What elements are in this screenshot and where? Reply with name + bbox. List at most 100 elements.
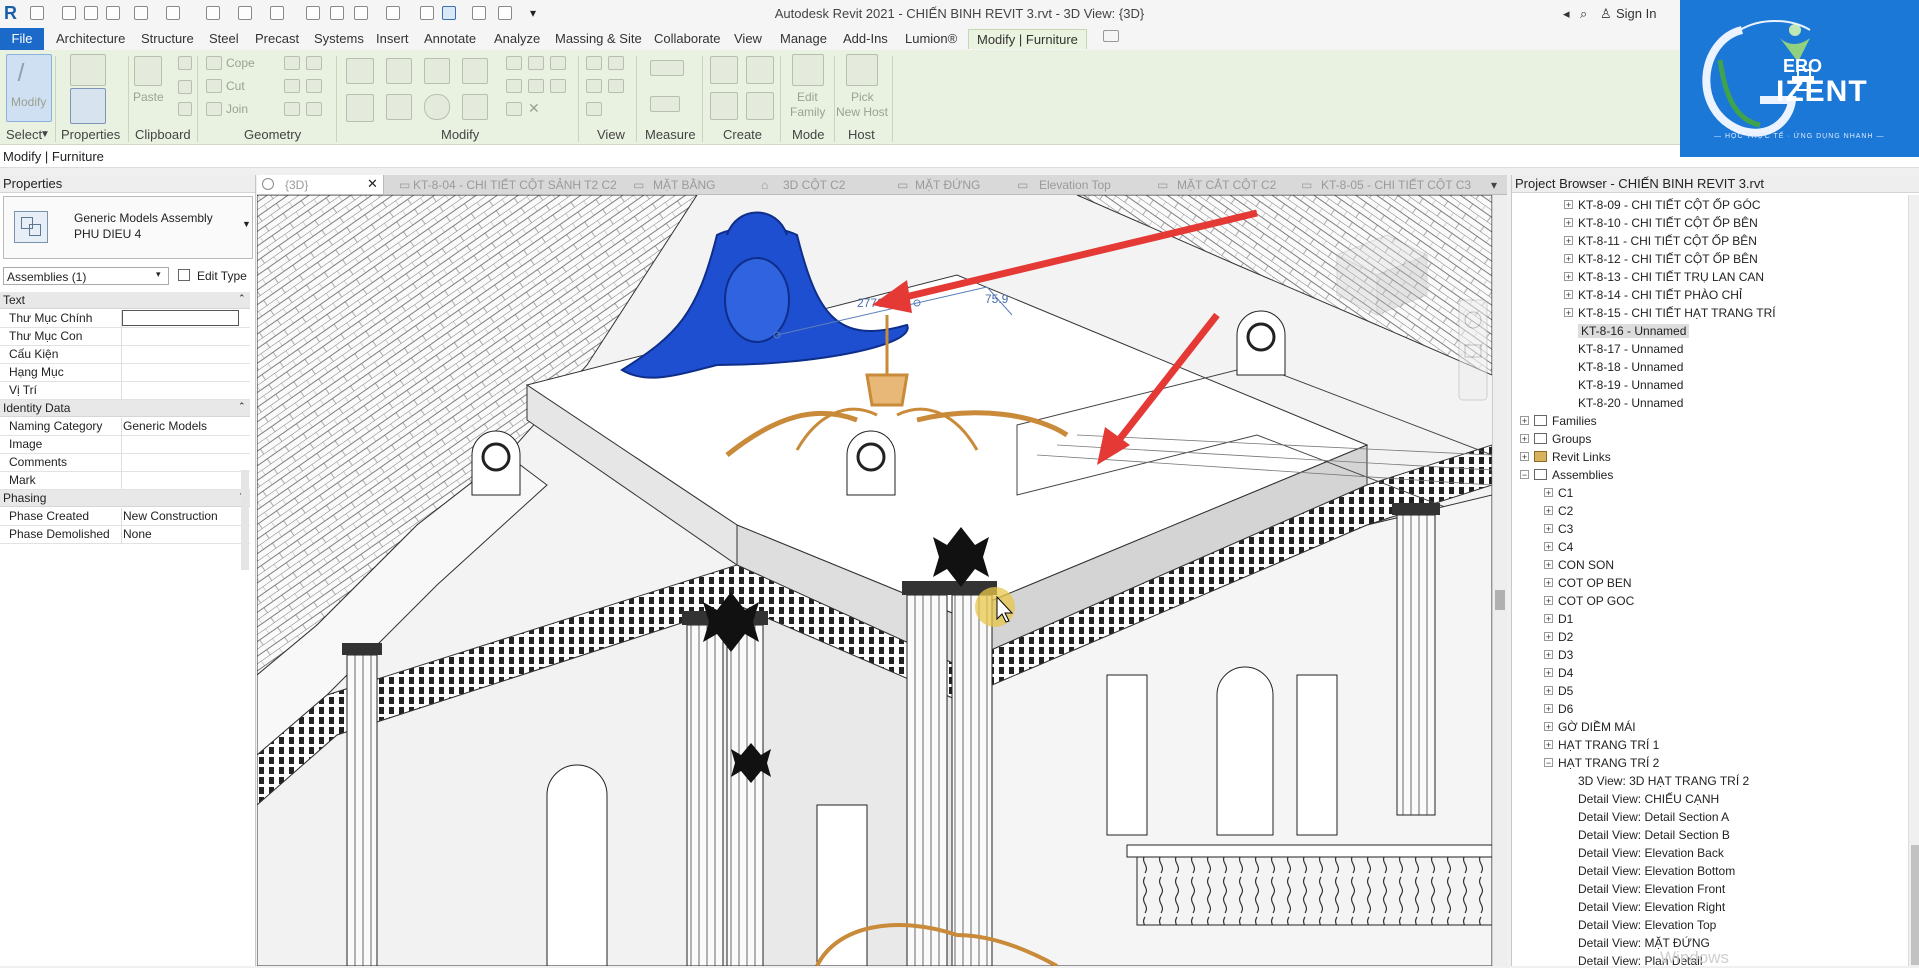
assembly-item[interactable]: CON SON (1558, 558, 1614, 572)
split-face-icon[interactable] (306, 56, 322, 70)
tab-manage[interactable]: Manage (780, 31, 827, 46)
tab-mat-cat-cot-c2[interactable]: MẶT CẮT CỘT C2 (1177, 178, 1276, 192)
sheet-item[interactable]: KT-8-12 - CHI TIẾT CỘT ỐP BÊN (1578, 252, 1758, 266)
expand-toggle-icon[interactable]: + (1544, 578, 1553, 588)
dimension-value-2[interactable]: 75.9 (985, 292, 1009, 306)
edit-type-button[interactable]: Edit Type (175, 267, 253, 285)
property-row[interactable]: Thư Mục Chính (0, 310, 250, 328)
assembly-item[interactable]: COT OP BEN (1558, 576, 1632, 590)
expand-toggle-icon[interactable]: + (1544, 560, 1553, 570)
browser-category-assemblies[interactable]: Assemblies (1552, 468, 1613, 482)
expand-toggle-icon[interactable]: + (1564, 290, 1573, 300)
property-row[interactable]: Phase Created New Construction (0, 508, 250, 526)
assembly-view-item[interactable]: Detail View: Elevation Back (1578, 846, 1724, 860)
panel-select-label[interactable]: Select (6, 127, 42, 142)
assembly-view-item[interactable]: Detail View: Elevation Right (1578, 900, 1725, 914)
property-value[interactable]: Generic Models (123, 418, 207, 435)
expand-toggle-icon[interactable]: − (1544, 758, 1553, 768)
assembly-item[interactable]: C2 (1558, 504, 1573, 518)
sheet-item[interactable]: KT-8-20 - Unnamed (1578, 396, 1683, 410)
tab-mat-bang[interactable]: MẶT BẰNG (653, 178, 715, 192)
cut-geometry-label[interactable]: Cut (226, 79, 245, 93)
properties-scrollbar[interactable] (241, 470, 249, 570)
sheet-item[interactable]: KT-8-11 - CHI TIẾT CỘT ỐP BÊN (1578, 234, 1757, 248)
assembly-view-item[interactable]: Detail View: Elevation Front (1578, 882, 1725, 896)
join-icon[interactable] (206, 102, 222, 116)
copy-icon[interactable] (178, 80, 192, 94)
tab-modify-furniture[interactable]: Modify | Furniture (968, 29, 1087, 49)
sheet-item[interactable]: KT-8-19 - Unnamed (1578, 378, 1683, 392)
assembly-item[interactable]: C3 (1558, 522, 1573, 536)
property-group-header[interactable]: Phasing (0, 490, 250, 507)
wall-joins-icon[interactable] (284, 56, 300, 70)
sheet-item[interactable]: KT-8-09 - CHI TIẾT CỘT ỐP GÓC (1578, 198, 1760, 212)
join-label[interactable]: Join (226, 102, 248, 116)
3d-viewport[interactable]: 2770.0 75.9 (257, 195, 1492, 966)
expand-toggle-icon[interactable]: + (1520, 434, 1529, 444)
navigation-bar[interactable] (1458, 299, 1488, 401)
sheet-item[interactable]: KT-8-16 - Unnamed (1578, 324, 1690, 338)
edit-family-icon[interactable] (792, 54, 824, 86)
expand-toggle-icon[interactable]: + (1564, 254, 1573, 264)
property-row[interactable]: Hạng Mục (0, 364, 250, 382)
delete-icon[interactable]: ✕ (528, 100, 540, 117)
sheet-item[interactable]: KT-8-18 - Unnamed (1578, 360, 1683, 374)
viewport-scroll-thumb[interactable] (1495, 590, 1505, 610)
tab-analyze[interactable]: Analyze (494, 31, 540, 46)
assembly-item[interactable]: D6 (1558, 702, 1573, 716)
tab-list-dropdown-icon[interactable]: ▾ (1491, 178, 1497, 192)
tab-architecture[interactable]: Architecture (56, 31, 125, 46)
copy-element-icon[interactable] (386, 94, 412, 120)
create-assembly-icon[interactable] (710, 56, 738, 84)
sheet-item[interactable]: KT-8-13 - CHI TIẾT TRỤ LAN CAN (1578, 270, 1764, 284)
property-row[interactable]: Phase Demolished None (0, 526, 250, 544)
mirror-axis-icon[interactable] (424, 58, 450, 84)
expand-toggle-icon[interactable]: + (1544, 632, 1553, 642)
expand-toggle-icon[interactable]: + (1520, 416, 1529, 426)
view-range-icon[interactable] (608, 79, 624, 93)
expand-toggle-icon[interactable]: + (1544, 722, 1553, 732)
browser-category-groups[interactable]: Groups (1552, 432, 1591, 446)
tab-annotate[interactable]: Annotate (424, 31, 476, 46)
trim-icon[interactable] (462, 94, 488, 120)
cut-geometry-icon[interactable] (206, 79, 222, 93)
graphics-icon[interactable] (586, 102, 602, 116)
mirror-draw-icon[interactable] (462, 58, 488, 84)
linework-icon[interactable] (586, 79, 602, 93)
modify-tool-button[interactable]: Modify (6, 54, 52, 122)
property-edit-field[interactable] (122, 310, 239, 326)
tab-structure[interactable]: Structure (141, 31, 194, 46)
browser-category-revit-links[interactable]: Revit Links (1552, 450, 1611, 464)
unjoin-icon[interactable] (284, 102, 300, 116)
scale-icon[interactable] (506, 79, 522, 93)
paste-icon[interactable] (134, 56, 162, 86)
assembly-item[interactable]: HẠT TRANG TRÍ 2 (1558, 756, 1659, 770)
expand-toggle-icon[interactable]: + (1544, 524, 1553, 534)
browser-scroll-thumb[interactable] (1911, 845, 1919, 965)
type-dropdown-icon[interactable]: ▼ (242, 219, 251, 229)
back-arrow-icon[interactable]: ◂ (1563, 6, 1570, 22)
assembly-item[interactable]: COT OP GOC (1558, 594, 1634, 608)
sheet-item[interactable]: KT-8-15 - CHI TIẾT HẠT TRANG TRÍ (1578, 306, 1776, 320)
sheet-item[interactable]: KT-8-14 - CHI TIẾT PHÀO CHỈ (1578, 288, 1742, 302)
type-properties-icon[interactable] (70, 54, 106, 86)
cope-icon[interactable] (206, 56, 222, 70)
edit-family-label-2[interactable]: Family (790, 105, 825, 119)
expand-toggle-icon[interactable]: − (1520, 470, 1529, 480)
tab-precast[interactable]: Precast (255, 31, 299, 46)
expand-toggle-icon[interactable]: + (1544, 614, 1553, 624)
expand-toggle-icon[interactable]: + (1564, 308, 1573, 318)
expand-toggle-icon[interactable]: + (1564, 218, 1573, 228)
sign-in-link[interactable]: Sign In (1616, 6, 1656, 21)
properties-toggle-icon[interactable] (70, 88, 106, 124)
assembly-view-item[interactable]: Detail View: Detail Section B (1578, 828, 1730, 842)
property-value[interactable]: None (123, 526, 152, 543)
tab-3d-view[interactable]: {3D} ✕ (257, 175, 384, 194)
sheet-item[interactable]: KT-8-17 - Unnamed (1578, 342, 1683, 356)
measure-tool-icon[interactable] (650, 60, 684, 76)
move-icon[interactable] (346, 94, 374, 122)
expand-toggle-icon[interactable]: + (1520, 452, 1529, 462)
instance-filter-select[interactable]: Assemblies (1) ▾ (3, 267, 169, 285)
tab-lumion[interactable]: Lumion® (905, 31, 957, 46)
tab-file[interactable]: File (0, 28, 44, 50)
